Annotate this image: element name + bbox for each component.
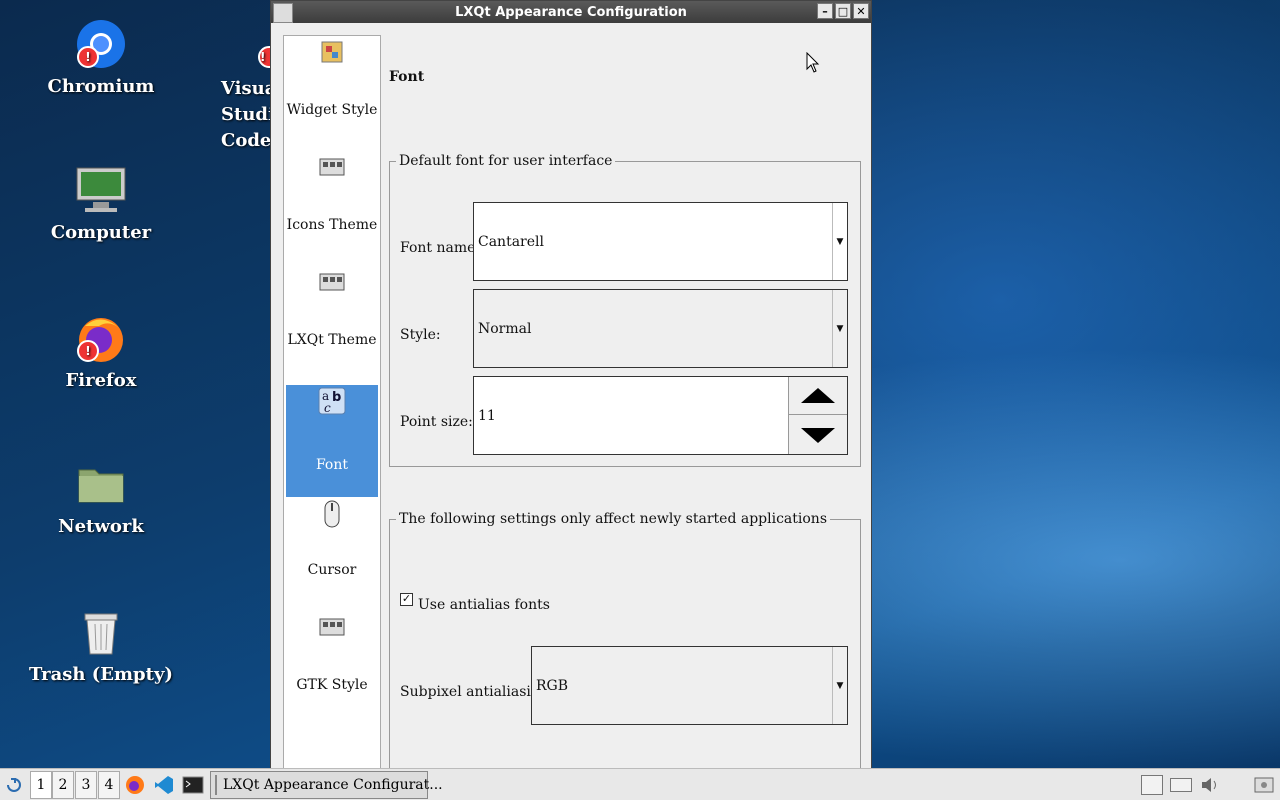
chromium-icon: ! xyxy=(75,18,127,70)
chevron-down-icon: ▼ xyxy=(832,647,847,724)
increment-button[interactable] xyxy=(789,377,847,415)
sidebar-item-font[interactable]: abc Font xyxy=(286,385,378,497)
gtk-style-icon xyxy=(318,615,346,639)
font-name-combobox[interactable]: Cantarell ▼ xyxy=(473,202,848,281)
font-icon: abc xyxy=(318,387,346,415)
firefox-icon xyxy=(126,776,144,794)
desktop-switch-3[interactable]: 3 xyxy=(75,771,97,799)
quicklaunch-firefox[interactable] xyxy=(122,771,148,799)
sidebar-item-label: Icons Theme xyxy=(286,217,378,233)
desktop-icon-label: Firefox xyxy=(65,370,137,391)
category-sidebar: Widget Style Icons Theme LXQt Theme abc … xyxy=(283,35,381,769)
firefox-icon: ! xyxy=(75,312,127,364)
antialias-checkbox[interactable]: ✓ xyxy=(400,593,413,606)
arrow-down-icon xyxy=(801,428,835,443)
spin-buttons xyxy=(788,377,847,454)
trash-icon xyxy=(75,606,127,658)
quicklaunch-vscode[interactable] xyxy=(151,771,177,799)
folder-icon xyxy=(75,458,127,510)
desktop-icon-trash[interactable]: Trash (Empty) xyxy=(21,606,181,685)
desktop-icon-computer[interactable]: Computer xyxy=(21,164,181,243)
desktop-switch-4[interactable]: 4 xyxy=(98,771,120,799)
sidebar-item-lxqt-theme[interactable]: LXQt Theme xyxy=(286,270,378,348)
keyboard-layout-icon[interactable] xyxy=(1141,775,1163,795)
group-title: Default font for user interface xyxy=(399,153,613,169)
warning-badge-icon: ! xyxy=(77,46,99,68)
desktop-switch-1[interactable]: 1 xyxy=(30,771,52,799)
group-title: The following settings only affect newly… xyxy=(399,511,828,527)
maximize-button[interactable]: □ xyxy=(835,3,851,19)
font-name-label: Font name: xyxy=(400,240,481,256)
point-size-label: Point size: xyxy=(400,414,473,430)
minimize-button[interactable]: – xyxy=(817,3,833,19)
warning-badge-icon: ! xyxy=(258,46,270,68)
desktop-icon-chromium[interactable]: ! Chromium xyxy=(21,18,181,97)
show-desktop-icon[interactable] xyxy=(1252,771,1276,799)
removable-media-icon[interactable] xyxy=(1170,778,1192,792)
point-size-spinbox[interactable]: 11 xyxy=(473,376,848,455)
page-title: Font xyxy=(389,69,425,85)
sidebar-item-label: GTK Style xyxy=(296,677,368,693)
computer-icon xyxy=(75,164,127,216)
main-menu-button[interactable] xyxy=(2,771,26,799)
volume-icon[interactable] xyxy=(1198,771,1222,799)
desktop-icon-label: Computer xyxy=(50,222,152,243)
sidebar-item-label: Cursor xyxy=(307,562,357,578)
sidebar-item-widget-style[interactable]: Widget Style xyxy=(286,40,378,118)
sidebar-item-icons-theme[interactable]: Icons Theme xyxy=(286,155,378,233)
mouse-icon xyxy=(318,500,346,528)
icons-theme-icon xyxy=(318,155,346,179)
app-icon xyxy=(273,3,293,23)
point-size-value: 11 xyxy=(478,407,496,424)
terminal-icon xyxy=(182,776,204,794)
chevron-down-icon: ▼ xyxy=(832,290,847,367)
sidebar-item-gtk-style[interactable]: GTK Style xyxy=(286,615,378,693)
desktop-icon-label: Chromium xyxy=(47,76,155,97)
arrow-up-icon xyxy=(801,388,835,403)
vscode-icon: ! xyxy=(238,18,270,70)
window-controls: – □ ✕ xyxy=(817,3,869,19)
lxqt-theme-icon xyxy=(318,270,346,294)
app-icon xyxy=(215,775,217,795)
desktop-switch-2[interactable]: 2 xyxy=(52,771,74,799)
svg-text:b: b xyxy=(332,390,341,405)
style-combobox[interactable]: Normal ▼ xyxy=(473,289,848,368)
task-label: LXQt Appearance Configurat... xyxy=(223,777,443,793)
decrement-button[interactable] xyxy=(789,417,847,454)
close-button[interactable]: ✕ xyxy=(853,3,869,19)
desktop-icon-firefox[interactable]: ! Firefox xyxy=(21,312,181,391)
antialias-label[interactable]: Use antialias fonts xyxy=(418,597,550,613)
sidebar-item-label: Widget Style xyxy=(286,102,378,118)
taskbar: 1 2 3 4 LXQt Appearance Configurat... xyxy=(0,768,1280,800)
taskbar-window-button[interactable]: LXQt Appearance Configurat... xyxy=(210,771,443,799)
font-name-value: Cantarell xyxy=(478,233,544,250)
window-titlebar[interactable]: LXQt Appearance Configuration – □ ✕ xyxy=(271,1,871,23)
desktop-icon-label: Trash (Empty) xyxy=(29,664,173,685)
desktop-icon-label: Network xyxy=(58,516,144,537)
desktop-icon-label: Visual Studio Code xyxy=(221,78,270,151)
desktop-icon-vscode[interactable]: ! Visual Studio Code xyxy=(190,18,270,154)
quicklaunch-terminal[interactable] xyxy=(180,771,206,799)
widget-style-icon xyxy=(318,40,346,64)
window-title: LXQt Appearance Configuration xyxy=(455,4,687,20)
style-label: Style: xyxy=(400,327,441,343)
font-settings-page: Font Default font for user interface Fon… xyxy=(389,23,871,783)
warning-badge-icon: ! xyxy=(77,340,99,362)
vscode-icon xyxy=(155,776,173,794)
mouse-pointer-icon xyxy=(806,52,820,73)
speaker-icon xyxy=(1202,778,1216,792)
sidebar-item-label: LXQt Theme xyxy=(287,332,377,348)
svg-text:c: c xyxy=(324,401,331,415)
desktop-icon-network[interactable]: Network xyxy=(21,458,181,537)
sidebar-item-cursor[interactable]: Cursor xyxy=(286,500,378,578)
style-value: Normal xyxy=(478,320,532,337)
appearance-window: LXQt Appearance Configuration – □ ✕ Widg… xyxy=(270,0,872,783)
subpixel-value: RGB xyxy=(536,677,569,694)
lxqt-menu-icon xyxy=(7,778,21,792)
subpixel-combobox[interactable]: RGB ▼ xyxy=(531,646,848,725)
chevron-down-icon: ▼ xyxy=(832,203,847,280)
sidebar-item-label: Font xyxy=(315,457,349,473)
